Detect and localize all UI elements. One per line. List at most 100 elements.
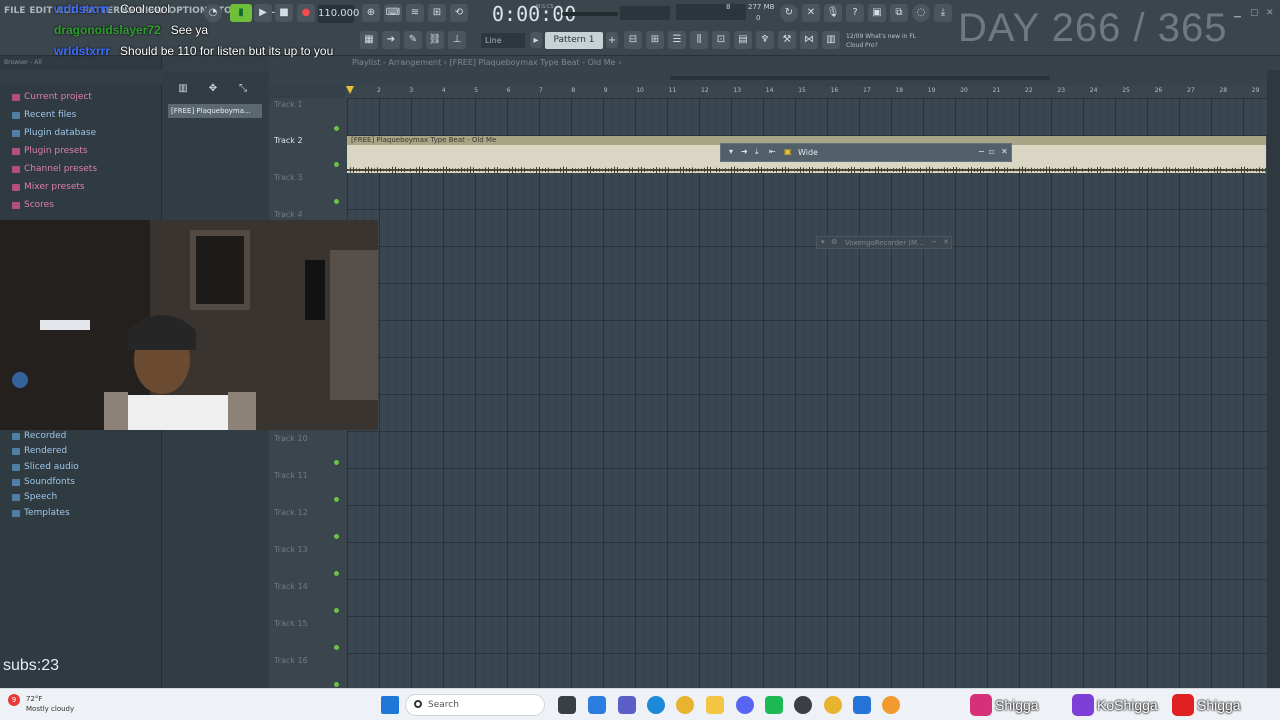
track-header-label[interactable]: Track 11 [274,471,308,480]
arrow-down-icon[interactable]: ▾ [729,147,733,156]
metronome-icon[interactable]: ◔ [204,4,222,22]
record-button[interactable]: ● [297,4,315,22]
loop-record-icon[interactable]: ⟲ [450,4,468,22]
stamp-tool-icon[interactable]: ⊥ [448,31,466,49]
close-icon[interactable]: ✕ [1266,8,1274,18]
song-mode-toggle[interactable]: ▮ [230,4,252,22]
track-enable-led-icon[interactable] [334,162,339,167]
stem-icon[interactable]: ⋈ [800,31,818,49]
chrome-icon[interactable] [676,696,694,714]
windows-start-icon[interactable] [381,696,399,714]
refresh-icon[interactable]: ↻ [780,4,798,22]
picker-grid-icon[interactable]: ▥ [174,80,192,98]
track-header-label[interactable]: Track 13 [274,545,308,554]
maximize-icon[interactable]: ▫ [989,147,994,156]
playlist-grid[interactable] [347,98,1267,688]
minimize-icon[interactable]: − [931,238,937,246]
track-enable-led-icon[interactable] [334,608,339,613]
track-header-label[interactable]: Track 2 [274,136,303,145]
gear-icon[interactable]: ⚙ [831,238,837,246]
track-header-label[interactable]: Track 14 [274,582,308,591]
track-enable-led-icon[interactable] [334,645,339,650]
maximize-icon[interactable]: ▢ [1250,8,1259,18]
track-header-label[interactable]: Track 3 [274,173,303,182]
script-icon[interactable]: ▥ [822,31,840,49]
arrow-tool-icon[interactable]: ➔ [382,31,400,49]
browser-item-soundfonts[interactable]: Soundfonts [12,477,75,487]
fl-studio-icon[interactable] [882,696,900,714]
close-icon[interactable]: ✕ [1001,147,1008,156]
browser-item-recent-files[interactable]: Recent files [12,110,76,120]
browser-item-channel-presets[interactable]: Channel presets [12,164,97,174]
obs-icon[interactable] [794,696,812,714]
plugin-icon[interactable]: ♆ [756,31,774,49]
arrow-down-icon[interactable]: ▾ [821,238,825,246]
browser-item-rendered[interactable]: Rendered [12,446,67,456]
browser-item-sliced-audio[interactable]: Sliced audio [12,462,79,472]
snap-select[interactable]: Line [481,33,525,48]
recorder-plugin-window[interactable]: ▾ ⚙ VoxengoRecorder (M... − ✕ [816,236,952,249]
wide-plugin-window[interactable]: ▾ ➜ ⤓ ⇤ ▣ Wide − ▫ ✕ [720,143,1012,162]
mixer-icon[interactable]: ⧉ [890,4,908,22]
track-enable-led-icon[interactable] [334,126,339,131]
browser-item-scores[interactable]: Scores [12,200,54,210]
panic-icon[interactable]: ✕ [802,4,820,22]
typing-keyboard-icon[interactable]: ⌨ [384,4,402,22]
track-enable-led-icon[interactable] [334,497,339,502]
playlist-menu-icon[interactable]: ▦ [360,31,378,49]
playhead-marker[interactable] [346,86,354,94]
save-icon[interactable]: ▣ [868,4,886,22]
browser-item-templates[interactable]: Templates [12,508,70,518]
pattern-song-icon[interactable]: ⊕ [362,4,380,22]
link-tool-icon[interactable]: ⛓ [426,31,444,49]
playlist-icon[interactable]: ⊟ [624,31,642,49]
browser-item-plugin-presets[interactable]: Plugin presets [12,146,88,156]
track-header-label[interactable]: Track 15 [274,619,308,628]
browser-item-plugin-database[interactable]: Plugin database [12,128,96,138]
track-enable-led-icon[interactable] [334,199,339,204]
preset-next-icon[interactable]: ➜ [741,147,748,156]
discord-icon[interactable] [736,696,754,714]
track-enable-led-icon[interactable] [334,534,339,539]
minimize-icon[interactable]: ▁ [1234,8,1241,18]
edge-icon[interactable] [647,696,665,714]
plugin-picker-icon[interactable]: ▤ [734,31,752,49]
menu-item-file[interactable]: FILE [4,6,25,16]
track-enable-led-icon[interactable] [334,682,339,687]
timeline-ruler[interactable]: 2 3 4 5 6 7 8 9 10 11 12 13 14 15 16 17 18 19 20 21 22 23 24 25… [345,86,1267,98]
microphone-icon[interactable]: 🎙 [824,4,842,22]
undo-icon[interactable]: ⇤ [769,147,776,156]
step-edit-icon[interactable]: ≋ [406,4,424,22]
track-header-label[interactable]: Track 16 [274,656,308,665]
browser-item-speech[interactable]: Speech [12,492,57,502]
task-view-icon[interactable] [558,696,576,714]
weather-widget[interactable]: 9 72°F Mostly cloudy [8,694,74,714]
close-icon[interactable]: ✕ [943,238,949,246]
vertical-scrollbar[interactable] [1267,70,1280,688]
track-enable-led-icon[interactable] [334,460,339,465]
photos-icon[interactable] [853,696,871,714]
piano-roll-icon[interactable]: ⊞ [646,31,664,49]
play-button[interactable]: ▶ [254,4,272,22]
tools-icon[interactable]: ⚒ [778,31,796,49]
horizontal-scrollbar[interactable] [670,76,1050,80]
menu-item-edit[interactable]: EDIT [29,6,52,16]
browser-item-current-project[interactable]: Current project [12,92,92,102]
copilot-icon[interactable] [588,696,606,714]
add-pattern-icon[interactable]: + [606,32,618,48]
spotify-icon[interactable] [765,696,783,714]
picker-audio-clip[interactable]: [FREE] Plaqueboyma... [168,104,262,118]
draw-tool-icon[interactable]: ✎ [404,31,422,49]
track-header-label[interactable]: Track 1 [274,100,303,109]
minimize-icon[interactable]: − [978,147,985,156]
download-icon[interactable]: ⤓ [934,4,952,22]
track-enable-led-icon[interactable] [334,571,339,576]
pattern-prev-icon[interactable]: ▸ [530,32,542,48]
pattern-selector[interactable]: Pattern 1 [545,32,603,49]
track-header-label[interactable]: Track 4 [274,210,303,219]
mixer-view-icon[interactable]: ⫼ [690,31,708,49]
browser-item-mixer-presets[interactable]: Mixer presets [12,182,85,192]
blend-notes-icon[interactable]: ⊞ [428,4,446,22]
channel-rack-icon[interactable]: ☰ [668,31,686,49]
plugin-folder-icon[interactable]: ▣ [784,147,792,156]
